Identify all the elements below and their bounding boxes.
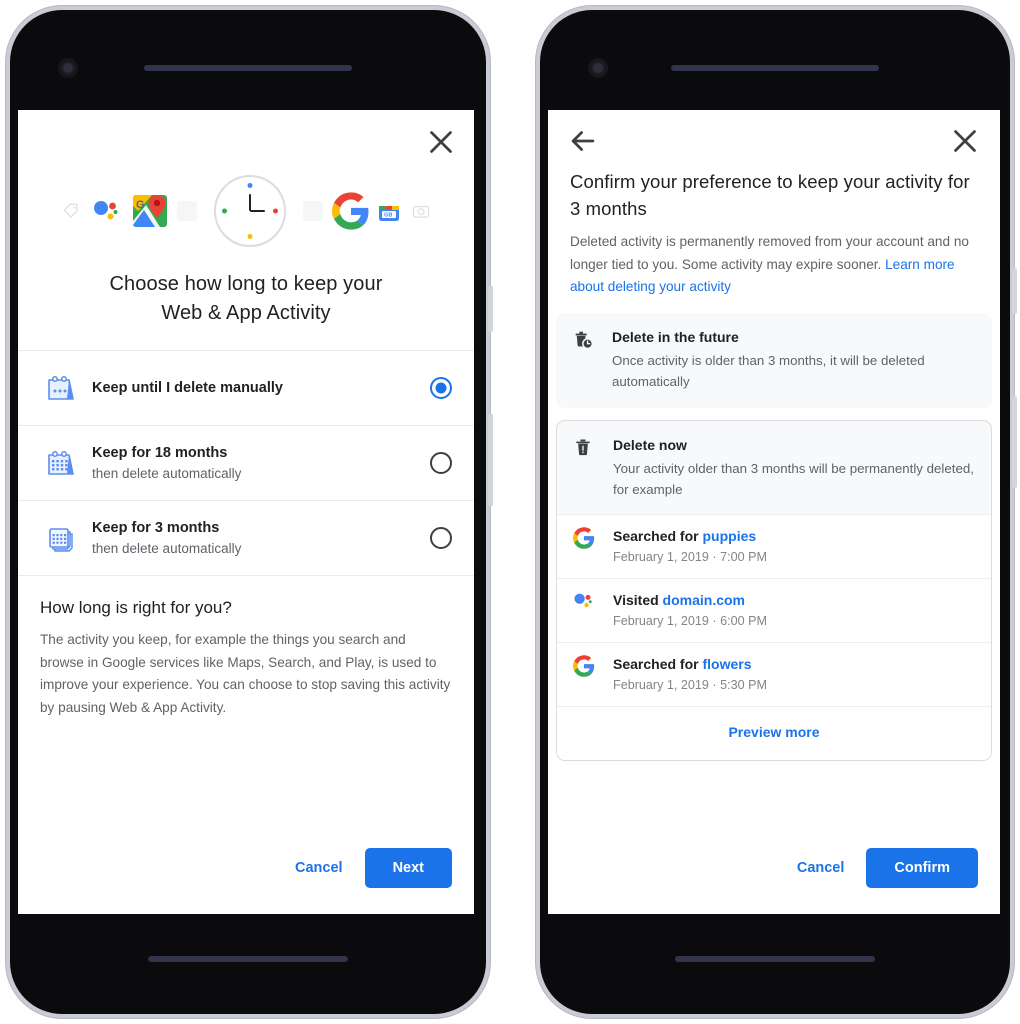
google-play-icon: GB [376, 198, 402, 224]
option-text: Keep for 3 months then delete automatica… [84, 519, 430, 558]
page-title-line2: Web & App Activity [161, 302, 331, 324]
list-item[interactable]: Searched for puppies February 1, 2019 · … [557, 513, 991, 578]
activity-timestamp: February 1, 2019 · 7:00 PM [613, 549, 768, 564]
activity-query[interactable]: flowers [702, 656, 751, 672]
hero-illustration: G GB [18, 168, 474, 254]
left-action-bar: Cancel Next [18, 822, 474, 914]
decorative-block [302, 200, 324, 222]
preview-more-link[interactable]: Preview more [728, 724, 819, 740]
option-subtitle: then delete automatically [92, 465, 242, 481]
power-button[interactable] [488, 286, 493, 332]
screenshot-canvas: G GB Choose how long to keep your Web & … [0, 0, 1020, 1024]
activity-prefix: Searched for [613, 655, 703, 672]
activity-title: Searched for puppies [613, 526, 975, 546]
close-icon[interactable] [948, 124, 982, 158]
card-title: Delete now [613, 436, 687, 453]
option-title: Keep for 3 months [92, 519, 220, 536]
card-description: Once activity is older than 3 months, it… [612, 352, 925, 389]
option-title: Keep until I delete manually [92, 379, 283, 396]
confirm-button[interactable]: Confirm [866, 848, 978, 888]
card-head: Delete now Your activity older than 3 mo… [573, 435, 975, 514]
left-screen: G GB Choose how long to keep your Web & … [18, 110, 474, 914]
page-title: Choose how long to keep your Web & App A… [18, 254, 474, 328]
card-title: Delete in the future [612, 328, 739, 345]
delete-now-card: Delete now Your activity older than 3 mo… [556, 419, 992, 761]
activity-prefix: Searched for [613, 527, 703, 544]
right-action-bar: Cancel Confirm [548, 822, 1000, 914]
radio-keep-until-manual[interactable] [430, 377, 452, 399]
bottom-speaker [148, 956, 348, 962]
phone-device-right: Confirm your preference to keep your act… [536, 6, 1017, 1018]
option-text: Keep for 18 months then delete automatic… [84, 444, 430, 483]
card-body: Delete now Your activity older than 3 mo… [613, 435, 975, 500]
option-keep-18-months[interactable]: Keep for 18 months then delete automatic… [18, 426, 474, 500]
activity-body: Searched for puppies February 1, 2019 · … [613, 526, 975, 567]
phone-device-left: G GB Choose how long to keep your Web & … [6, 6, 493, 1018]
radio-keep-3-months[interactable] [430, 527, 452, 549]
google-maps-icon: G [130, 191, 170, 231]
page-title-line1: Choose how long to keep your [109, 273, 383, 295]
trash-icon [573, 435, 613, 500]
right-top-bar [548, 110, 1000, 168]
decorative-block [176, 200, 198, 222]
option-subtitle: then delete automatically [92, 540, 242, 556]
close-icon[interactable] [424, 125, 458, 159]
earpiece-speaker [671, 65, 879, 71]
calendar-stack-icon [38, 520, 84, 556]
bottom-speaker [675, 956, 875, 962]
card-body: Delete in the future Once activity is ol… [612, 327, 976, 392]
option-keep-3-months[interactable]: Keep for 3 months then delete automatica… [18, 501, 474, 575]
option-text: Keep until I delete manually [84, 379, 430, 398]
front-camera-icon [588, 58, 608, 78]
camera-icon [412, 202, 430, 220]
earpiece-speaker [144, 65, 352, 71]
option-title: Keep for 18 months [92, 444, 228, 461]
activity-title: Visited domain.com [613, 590, 975, 610]
activity-query[interactable]: puppies [702, 528, 756, 544]
list-item[interactable]: Visited domain.com February 1, 2019 · 6:… [557, 577, 991, 642]
back-arrow-icon[interactable] [566, 124, 600, 158]
assistant-dots-icon [92, 198, 122, 224]
right-screen: Confirm your preference to keep your act… [548, 110, 1000, 914]
assistant-dots-icon [573, 590, 613, 631]
preview-more-row: Preview more [557, 705, 991, 760]
google-g-icon [573, 526, 613, 567]
activity-list: Searched for puppies February 1, 2019 · … [557, 513, 991, 760]
card-description: Your activity older than 3 months will b… [613, 460, 974, 497]
activity-timestamp: February 1, 2019 · 5:30 PM [613, 677, 768, 692]
google-g-icon [573, 654, 613, 695]
radio-keep-18-months[interactable] [430, 452, 452, 474]
front-camera-icon [58, 58, 78, 78]
cancel-button[interactable]: Cancel [281, 850, 357, 886]
calendar-grid-icon [38, 445, 84, 481]
google-g-icon [332, 192, 370, 230]
next-button[interactable]: Next [364, 848, 452, 888]
info-heading: How long is right for you? [40, 598, 232, 617]
cancel-button[interactable]: Cancel [783, 850, 859, 886]
calendar-dots-icon [38, 370, 84, 406]
clock-icon [200, 175, 300, 247]
option-keep-until-manual[interactable]: Keep until I delete manually [18, 351, 474, 425]
page-title: Confirm your preference to keep your act… [570, 171, 970, 219]
list-item[interactable]: Searched for flowers February 1, 2019 · … [557, 641, 991, 706]
info-section: How long is right for you? The activity … [18, 576, 474, 719]
volume-button[interactable] [488, 414, 493, 506]
delete-clock-icon [572, 327, 612, 392]
info-paragraph: The activity you keep, for example the t… [40, 632, 451, 715]
activity-timestamp: February 1, 2019 · 6:00 PM [613, 613, 768, 628]
power-button[interactable] [1012, 268, 1017, 314]
activity-body: Searched for flowers February 1, 2019 · … [613, 654, 975, 695]
activity-title: Searched for flowers [613, 654, 975, 674]
activity-query[interactable]: domain.com [663, 592, 745, 608]
volume-button[interactable] [1012, 396, 1017, 488]
tag-icon [62, 202, 80, 220]
svg-text:G: G [136, 199, 145, 211]
page-subtitle: Deleted activity is permanently removed … [570, 231, 978, 299]
left-top-bar [18, 110, 474, 172]
right-header: Confirm your preference to keep your act… [548, 168, 1000, 299]
activity-body: Visited domain.com February 1, 2019 · 6:… [613, 590, 975, 631]
activity-prefix: Visited [613, 591, 663, 608]
svg-text:GB: GB [384, 213, 392, 219]
delete-in-future-card: Delete in the future Once activity is ol… [556, 312, 992, 408]
